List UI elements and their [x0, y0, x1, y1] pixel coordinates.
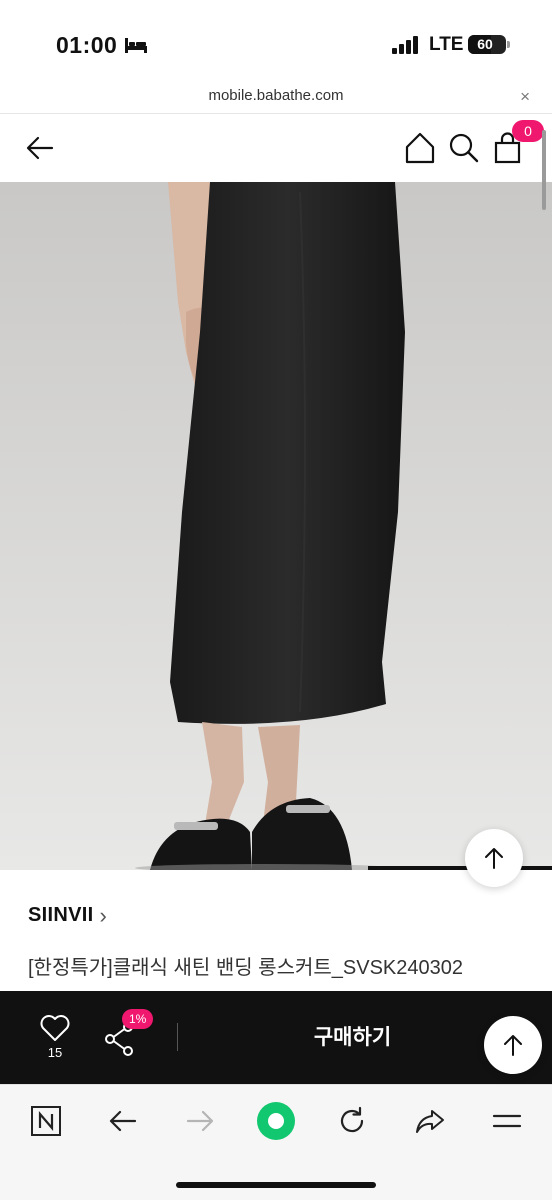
battery-level: 60: [477, 36, 493, 52]
naver-icon[interactable]: [30, 1105, 62, 1137]
green-dot-button[interactable]: [256, 1101, 296, 1141]
url-bar[interactable]: mobile.babathe.com ×: [0, 86, 552, 114]
browser-back-button[interactable]: [103, 1101, 143, 1141]
battery-tip: [507, 41, 510, 48]
browser-forward-icon[interactable]: [184, 1105, 216, 1137]
green-dot-icon[interactable]: [256, 1101, 296, 1141]
back-arrow-icon[interactable]: [20, 128, 60, 168]
search-button[interactable]: [444, 128, 484, 168]
scroll-top-button[interactable]: [465, 829, 523, 887]
like-button[interactable]: 15: [34, 1013, 76, 1065]
like-count: 15: [47, 1045, 63, 1060]
product-name: [한정특가]클래식 새틴 밴딩 롱스커트_SVSK240302: [28, 957, 464, 979]
home-button[interactable]: [400, 128, 440, 168]
scroll-top-icon[interactable]: [480, 844, 508, 872]
browser-share-icon[interactable]: [414, 1105, 446, 1137]
status-bar: 01:00 LTE 60: [0, 0, 552, 86]
naver-button[interactable]: [26, 1101, 66, 1141]
home-icon[interactable]: [400, 128, 440, 168]
scroll-top-button-bottom[interactable]: [484, 1016, 542, 1074]
share-button[interactable]: 1%: [100, 1009, 160, 1065]
refresh-icon[interactable]: [336, 1105, 368, 1137]
home-indicator: [176, 1182, 376, 1188]
share-reward-badge: 1%: [122, 1009, 154, 1029]
brand-link[interactable]: SIINVII ›: [28, 904, 107, 927]
url-text[interactable]: mobile.babathe.com: [0, 87, 552, 104]
menu-button[interactable]: [487, 1101, 527, 1141]
browser-back-icon[interactable]: [107, 1105, 139, 1137]
page-scrollbar[interactable]: [542, 130, 546, 210]
chevron-right-icon: ›: [99, 902, 107, 928]
product-image[interactable]: [0, 182, 552, 870]
heart-icon[interactable]: [34, 1013, 76, 1043]
close-icon[interactable]: ×: [520, 87, 530, 107]
menu-icon[interactable]: [491, 1105, 523, 1137]
bar-divider: [177, 1023, 178, 1051]
search-icon[interactable]: [444, 128, 484, 168]
bed-icon: [125, 38, 147, 53]
browser-forward-button[interactable]: [180, 1101, 220, 1141]
network-label: LTE: [429, 34, 464, 55]
cart-count-badge[interactable]: 0: [512, 120, 544, 142]
product-photo: [0, 182, 552, 870]
scroll-top-icon[interactable]: [499, 1031, 527, 1059]
battery-indicator: 60: [468, 35, 506, 54]
refresh-button[interactable]: [332, 1101, 372, 1141]
buy-button[interactable]: 구매하기: [190, 991, 515, 1084]
browser-share-button[interactable]: [410, 1101, 450, 1141]
purchase-bar: 15 1% 구매하기: [0, 991, 552, 1084]
site-header: [0, 114, 552, 182]
signal-icon: [392, 36, 418, 54]
image-progress-bar: [368, 866, 552, 870]
back-button[interactable]: [20, 128, 60, 168]
status-time: 01:00: [56, 32, 118, 58]
brand-name[interactable]: SIINVII: [28, 904, 93, 927]
